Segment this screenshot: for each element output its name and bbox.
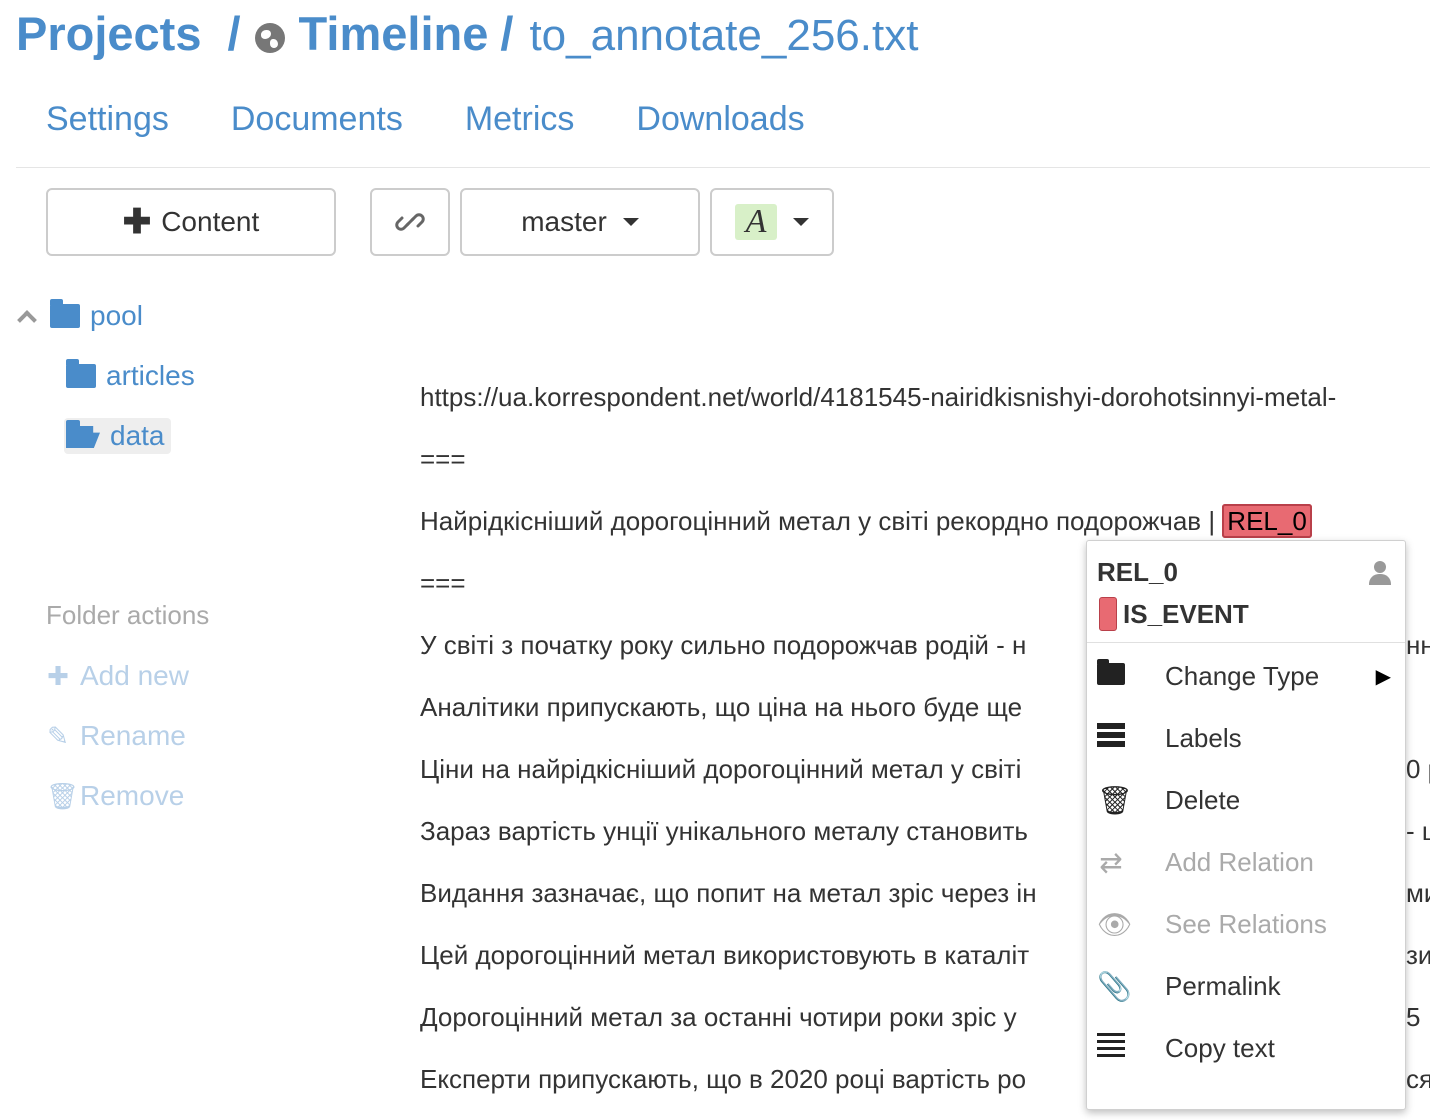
document-line: Зараз вартість унції унікального металу … xyxy=(420,816,1028,846)
pencil-icon: ✎ xyxy=(47,720,69,751)
annotation-type-label: IS_EVENT xyxy=(1123,598,1249,629)
rename-action[interactable]: ✎ Rename xyxy=(46,720,186,752)
submenu-arrow-icon: ▶ xyxy=(1375,665,1391,688)
annotation-popover: REL_0 IS_EVENT Change Type ▶ Labels 🗑 De… xyxy=(1086,540,1406,1110)
document-line-fragment: нн xyxy=(1406,630,1430,660)
document-line: У світі з початку року сильно подорожчав… xyxy=(420,630,1027,660)
add-new-label: Add new xyxy=(80,660,189,691)
trash-icon: 🗑 xyxy=(1097,784,1133,816)
document-line-fragment: 0 р xyxy=(1406,754,1430,784)
document-line: Дорогоцінний метал за останні чотири рок… xyxy=(420,1002,1017,1032)
menu-item-label: Labels xyxy=(1165,722,1242,753)
remove-action[interactable]: 🗑 Remove xyxy=(46,780,184,812)
popover-title: REL_0 xyxy=(1097,557,1178,587)
tree-item-data[interactable]: data xyxy=(64,418,171,454)
document-line: === xyxy=(420,568,466,598)
breadcrumb-separator: / xyxy=(227,7,241,60)
user-icon xyxy=(1369,561,1391,585)
list-icon xyxy=(1097,722,1125,754)
folder-actions-title: Folder actions xyxy=(46,600,210,630)
annotation-type: IS_EVENT xyxy=(1099,597,1249,631)
menu-item-label: See Relations xyxy=(1165,908,1327,939)
rename-label: Rename xyxy=(80,720,186,751)
exchange-icon: ⇄ xyxy=(1099,846,1123,878)
document-line: Цей дорогоцінний метал використовують в … xyxy=(420,940,1030,970)
menu-copy-text[interactable]: Copy text xyxy=(1087,1017,1405,1079)
document-line-text: Найрідкісніший дорогоцінний метал у світ… xyxy=(420,506,1223,536)
type-color-swatch xyxy=(1099,597,1117,631)
document-line-fragment: зи xyxy=(1406,940,1430,970)
document-line: https://ua.korrespondent.net/world/41815… xyxy=(420,382,1337,412)
tree-item-pool[interactable]: pool xyxy=(17,299,143,332)
document-line-fragment: 5 xyxy=(1406,1002,1421,1032)
tab-settings[interactable]: Settings xyxy=(16,96,201,152)
annotation-tag[interactable]: REL_0 xyxy=(1222,504,1312,538)
menu-permalink[interactable]: 📎 Permalink xyxy=(1087,955,1405,1017)
menu-item-label: Change Type xyxy=(1165,660,1320,691)
breadcrumb-projects-link[interactable]: Projects xyxy=(16,6,201,61)
plus-icon: ✚ xyxy=(47,660,69,691)
tree-item-articles[interactable]: articles xyxy=(66,359,195,392)
paperclip-icon: 📎 xyxy=(1097,970,1132,1002)
document-line: Експерти припускають, що в 2020 році вар… xyxy=(420,1064,1027,1094)
menu-item-label: Add Relation xyxy=(1165,846,1314,877)
document-line: Видання зазначає, що попит на метал зріс… xyxy=(420,878,1037,908)
menu-item-label: Permalink xyxy=(1165,970,1281,1001)
chevron-up-icon[interactable] xyxy=(17,310,37,330)
tree-item-label: articles xyxy=(106,360,195,391)
menu-labels[interactable]: Labels xyxy=(1087,707,1405,769)
tab-documents[interactable]: Documents xyxy=(201,96,435,152)
document-line: === xyxy=(420,444,466,474)
trash-icon: 🗑 xyxy=(46,780,80,811)
folder-icon xyxy=(66,359,96,388)
menu-see-relations[interactable]: 👁 See Relations xyxy=(1087,893,1405,955)
document-line-fragment: ся xyxy=(1406,1064,1430,1094)
align-justify-icon xyxy=(1097,1032,1125,1064)
eye-icon: 👁 xyxy=(1097,908,1133,940)
menu-add-relation[interactable]: ⇄ Add Relation xyxy=(1087,831,1405,893)
remove-label: Remove xyxy=(80,780,185,811)
add-content-button[interactable]: ✚ Content xyxy=(46,188,336,256)
document-line-fragment: - ц xyxy=(1406,816,1430,846)
folder-icon xyxy=(1097,659,1125,692)
tree-item-label: data xyxy=(110,420,165,451)
add-content-label: Content xyxy=(161,206,260,237)
menu-change-type[interactable]: Change Type ▶ xyxy=(1087,645,1405,707)
globe-icon xyxy=(254,23,285,53)
document-line: Ціни на найрідкісніший дорогоцінний мета… xyxy=(420,754,1022,784)
folder-icon xyxy=(50,299,80,328)
popover-header: REL_0 IS_EVENT xyxy=(1087,541,1405,643)
add-new-action[interactable]: ✚ Add new xyxy=(46,660,189,692)
menu-delete[interactable]: 🗑 Delete xyxy=(1087,769,1405,831)
document-line: Аналітики припускають, що ціна на нього … xyxy=(420,692,1023,722)
tree-item-label: pool xyxy=(90,300,143,331)
menu-item-label: Delete xyxy=(1165,784,1241,815)
folder-open-icon xyxy=(66,420,100,448)
plus-icon: ✚ xyxy=(122,203,152,241)
document-line-fragment: ми xyxy=(1406,878,1430,908)
menu-item-label: Copy text xyxy=(1165,1032,1275,1063)
document-line: Найрідкісніший дорогоцінний метал у світ… xyxy=(420,504,1312,538)
